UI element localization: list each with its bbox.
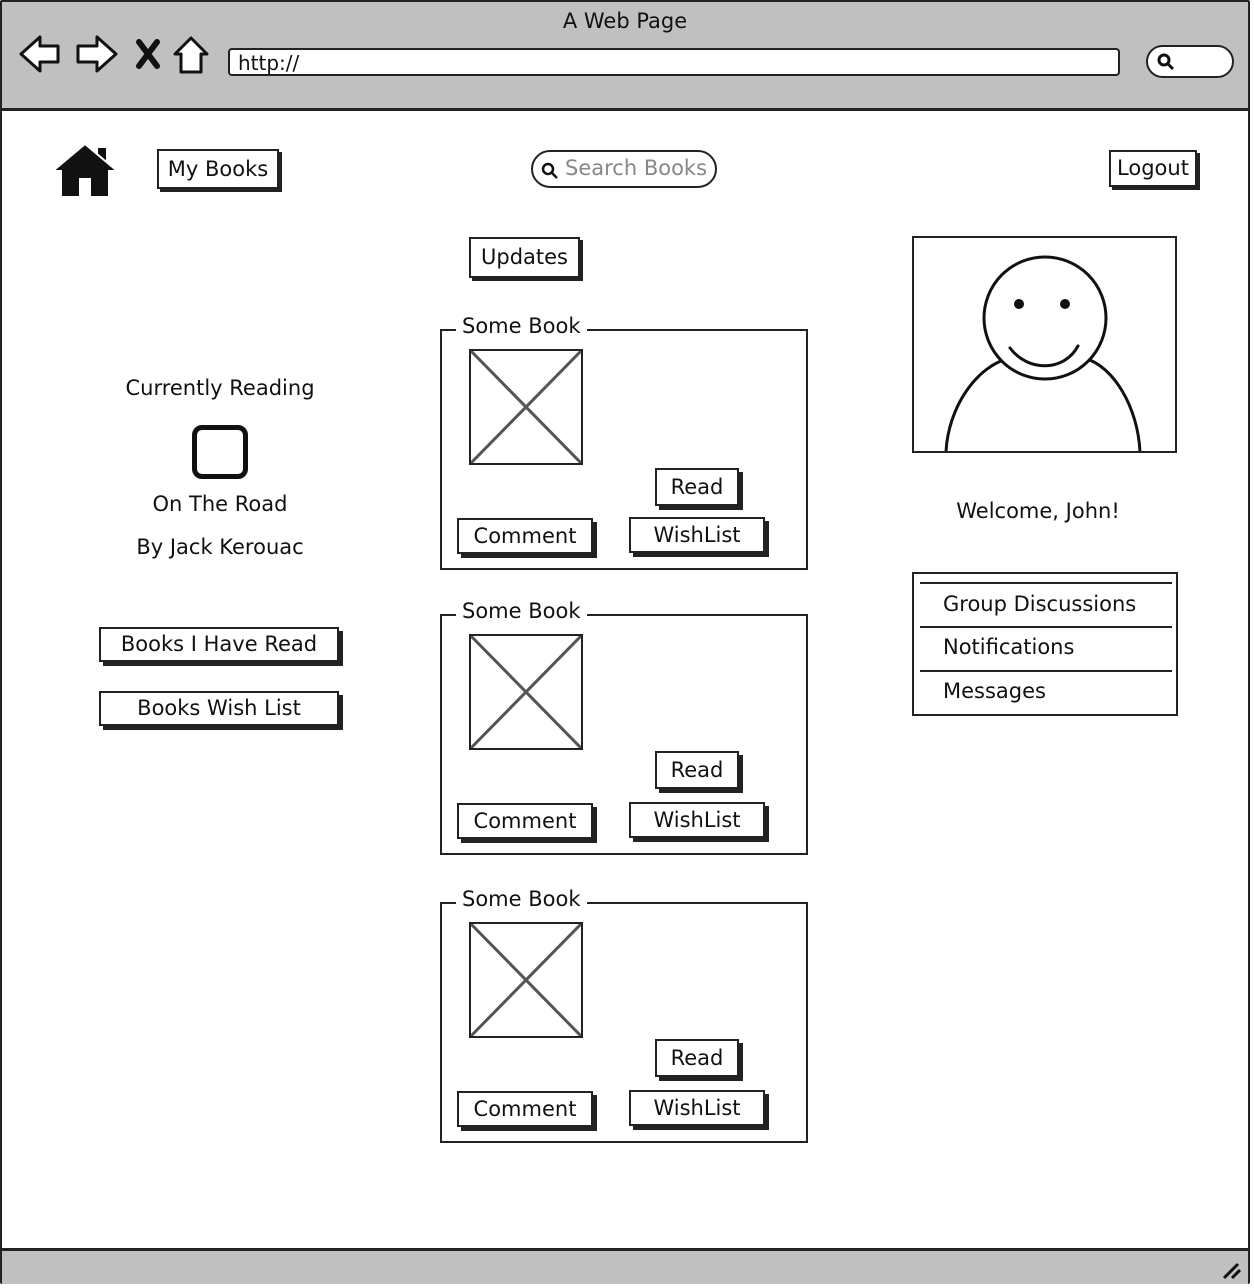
book-image-placeholder — [469, 634, 583, 750]
search-books-input[interactable]: Search Books — [531, 150, 717, 188]
book-image-placeholder — [469, 349, 583, 465]
stop-icon[interactable] — [136, 39, 160, 69]
resize-grip-icon[interactable] — [1220, 1260, 1244, 1282]
welcome-message: Welcome, John! — [956, 499, 1120, 523]
logout-button[interactable]: Logout — [1109, 150, 1197, 187]
book-card-title: Some Book — [456, 599, 587, 623]
book-card-title: Some Book — [456, 887, 587, 911]
browser-search[interactable] — [1146, 45, 1234, 78]
browser-nav-icons — [19, 35, 209, 74]
menu-item-notifications[interactable]: Notifications — [943, 635, 1074, 659]
updates-button[interactable]: Updates — [469, 237, 580, 278]
book-card: Some Book Read Comment WishList — [440, 599, 808, 855]
menu-divider — [920, 582, 1172, 584]
status-bar — [2, 1248, 1248, 1284]
comment-button[interactable]: Comment — [457, 518, 593, 554]
window-title: A Web Page — [562, 9, 688, 33]
search-placeholder: Search Books — [565, 156, 708, 180]
current-book-title: On The Road — [152, 492, 288, 516]
book-card: Some Book Read Comment WishList — [440, 887, 808, 1143]
comment-button[interactable]: Comment — [457, 1091, 593, 1127]
menu-divider — [920, 626, 1172, 628]
search-icon — [541, 162, 558, 179]
read-button[interactable]: Read — [655, 468, 739, 506]
wishlist-button[interactable]: WishList — [629, 802, 765, 838]
current-book-author: By Jack Kerouac — [136, 535, 304, 559]
wishlist-button[interactable]: WishList — [629, 1090, 765, 1126]
user-icon — [944, 255, 1142, 451]
currently-reading-label: Currently Reading — [125, 376, 315, 400]
url-bar[interactable]: http:// — [228, 48, 1120, 76]
book-card-title: Some Book — [456, 314, 587, 338]
forward-arrow-icon[interactable] — [76, 35, 118, 73]
menu-divider — [920, 670, 1172, 672]
back-arrow-icon[interactable] — [19, 35, 60, 73]
comment-button[interactable]: Comment — [457, 803, 593, 839]
side-menu: Group Discussions Notifications Messages — [912, 572, 1178, 716]
current-book-cover[interactable] — [192, 425, 248, 479]
book-image-placeholder — [469, 922, 583, 1038]
books-wish-list-button[interactable]: Books Wish List — [99, 691, 339, 726]
wishlist-button[interactable]: WishList — [629, 517, 765, 553]
avatar — [912, 236, 1177, 453]
read-button[interactable]: Read — [655, 1039, 739, 1077]
home-icon[interactable] — [52, 142, 118, 198]
books-i-have-read-button[interactable]: Books I Have Read — [99, 627, 339, 662]
home-icon[interactable] — [173, 36, 209, 74]
search-icon — [1157, 53, 1175, 71]
read-button[interactable]: Read — [655, 751, 739, 789]
menu-item-messages[interactable]: Messages — [943, 679, 1046, 703]
menu-item-group-discussions[interactable]: Group Discussions — [943, 592, 1136, 616]
book-card: Some Book Read Comment WishList — [440, 314, 808, 570]
my-books-button[interactable]: My Books — [157, 149, 279, 189]
